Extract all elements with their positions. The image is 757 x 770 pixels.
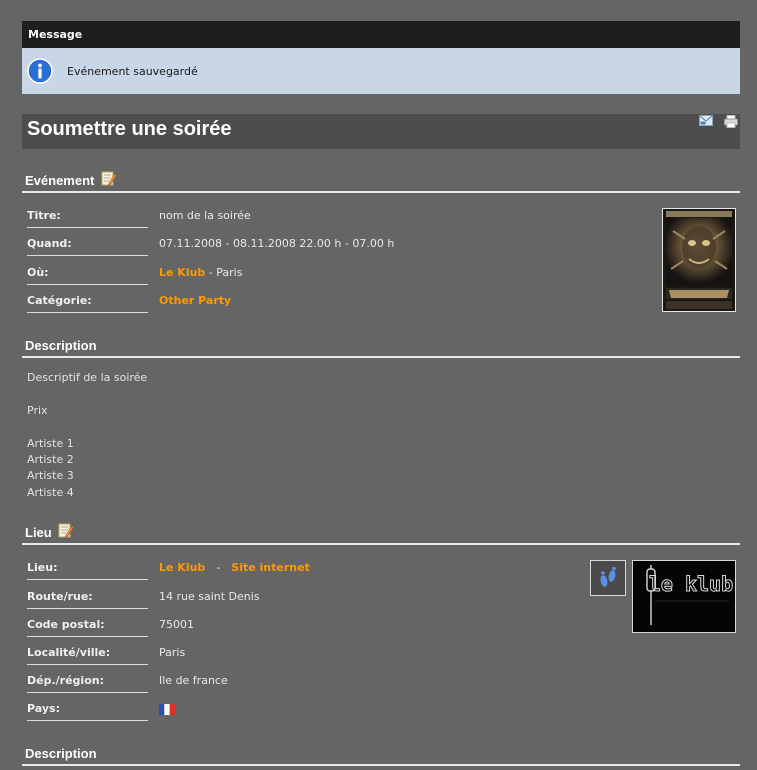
page-title: Soumettre une soirée	[27, 118, 232, 140]
venue-region-label: Dép./région:	[27, 672, 148, 693]
event-when-value: 07.11.2008 - 08.11.2008 22.00 h - 07.00 …	[159, 237, 395, 250]
directions-button[interactable]	[590, 560, 626, 596]
category-link[interactable]: Other Party	[159, 294, 231, 307]
website-link[interactable]: Site internet	[231, 561, 310, 574]
logo-text: le klub	[649, 572, 733, 596]
venue-postal-value: 75001	[159, 618, 194, 631]
venue-link[interactable]: Le Klub	[159, 266, 205, 279]
le-klub-logo: le klub	[633, 561, 735, 632]
venue-name-link[interactable]: Le Klub	[159, 561, 205, 574]
venue-city-value: Paris	[159, 646, 186, 659]
poster-image	[663, 209, 735, 311]
edit-venue-icon[interactable]	[58, 523, 74, 538]
message-text: Evénement sauvegardé	[67, 64, 198, 78]
france-flag-icon	[159, 703, 175, 715]
event-where-city: - Paris	[205, 266, 243, 279]
email-icon[interactable]	[699, 115, 713, 126]
section-description: Description	[22, 334, 740, 358]
event-poster[interactable]	[662, 208, 736, 312]
edit-event-icon[interactable]	[101, 171, 117, 186]
venue-city-label: Localité/ville:	[27, 644, 148, 665]
description-line: Artiste 2	[27, 453, 74, 466]
event-category-label: Catégorie:	[27, 292, 148, 313]
section-event-label: Evénement	[25, 173, 95, 188]
description-line: Prix	[27, 403, 48, 417]
section-venue-label: Lieu	[25, 525, 52, 540]
venue-logo[interactable]: le klub	[632, 560, 736, 633]
section-venue: Lieu	[22, 521, 740, 545]
section-description-label: Description	[25, 338, 97, 353]
page-tools	[699, 115, 738, 128]
description-line	[27, 386, 147, 402]
event-title-label: Titre:	[27, 207, 148, 228]
message-box: Message Evénement sauvegardé	[22, 21, 740, 94]
section-venue-description: Description	[22, 742, 740, 766]
venue-postal-label: Code postal:	[27, 616, 148, 637]
venue-country-value	[159, 700, 175, 717]
description-line: Descriptif de la soirée	[27, 371, 148, 384]
info-icon	[27, 58, 53, 84]
venue-country-label: Pays:	[27, 700, 148, 721]
event-where-label: Où:	[27, 264, 148, 285]
venue-street-value: 14 rue saint Denis	[159, 590, 260, 603]
description-line: Artiste 3	[27, 469, 74, 483]
event-description: Descriptif de la soirée Prix Artiste 1 A…	[27, 370, 147, 501]
venue-separator: -	[216, 561, 221, 574]
event-when-label: Quand:	[27, 235, 148, 256]
print-icon[interactable]	[724, 115, 738, 128]
event-title-value: nom de la soirée	[159, 209, 251, 222]
section-venue-description-label: Description	[25, 746, 97, 761]
event-category-value: Other Party	[159, 292, 231, 309]
footprints-icon	[600, 566, 616, 587]
description-line: Artiste 1	[27, 436, 74, 450]
description-line: Artiste 4	[27, 485, 74, 499]
venue-street-label: Route/rue:	[27, 588, 148, 609]
section-event: Evénement	[22, 169, 740, 193]
event-where-value: Le Klub - Paris	[159, 264, 242, 281]
message-header: Message	[22, 21, 740, 48]
message-body: Evénement sauvegardé	[22, 48, 740, 94]
description-line	[27, 419, 147, 435]
venue-region-value: Ile de france	[159, 674, 228, 687]
venue-name-label: Lieu:	[27, 559, 148, 580]
venue-name-value: Le Klub - Site internet	[159, 559, 310, 576]
page-title-bar: Soumettre une soirée	[22, 114, 740, 149]
